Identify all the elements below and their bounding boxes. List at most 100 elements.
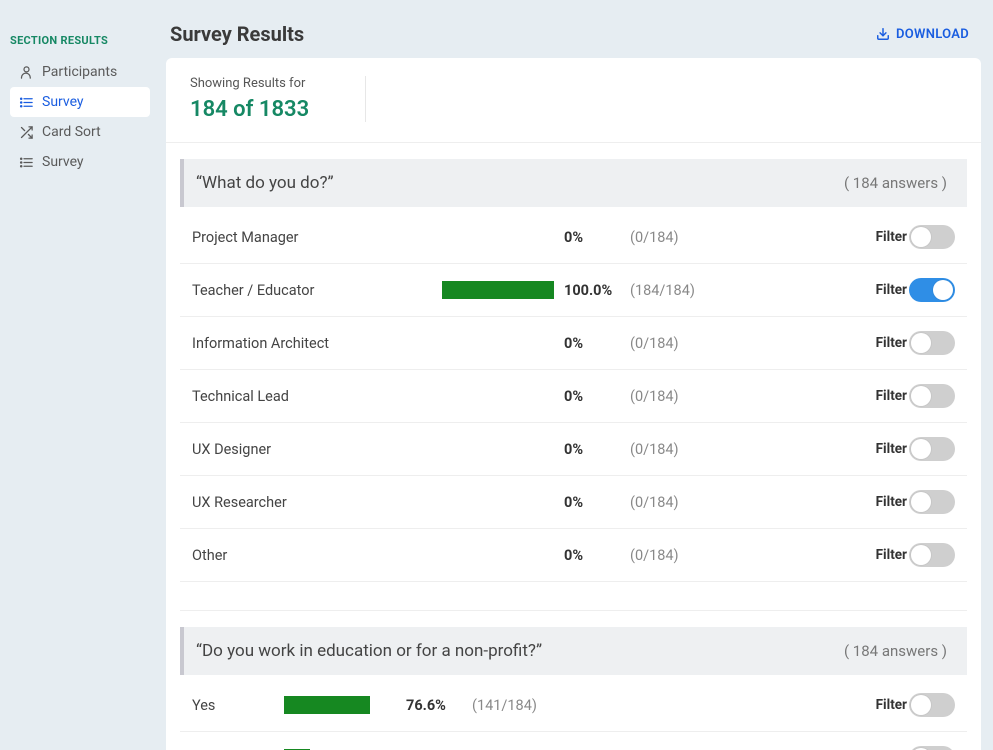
answer-label: Technical Lead [192,388,432,405]
answers-list: Yes76.6%(141/184)FilterNo23.4%(43/184)Fi… [166,679,981,750]
filter-cell: Filter [876,490,955,514]
filter-label: Filter [876,494,907,510]
answer-row: Technical Lead 0% (0/184) Filter [180,370,967,423]
filter-toggle[interactable] [909,331,955,355]
download-icon [876,27,890,41]
toggle-knob [911,695,931,715]
filter-toggle[interactable] [909,384,955,408]
sidebar-item-label: Card Sort [42,124,101,140]
answer-label: Project Manager [192,229,432,246]
question-text: “What do you do?” [196,173,334,193]
answer-bar [284,696,370,714]
answer-label: Information Architect [192,335,432,352]
answer-bar-cell [284,696,396,714]
filter-toggle[interactable] [909,543,955,567]
download-label: DOWNLOAD [896,27,969,42]
results-summary: Showing Results for 184 of 1833 [166,58,981,143]
filter-cell: Filter [876,437,955,461]
answer-label: Other [192,547,432,564]
user-icon [18,64,34,80]
sidebar-item-label: Survey [42,154,84,170]
answer-percent: 76.6% [406,697,462,714]
answer-percent: 0% [564,494,620,511]
answers-list: Project Manager 0% (0/184) Filter Teacher / … [166,211,981,582]
answer-label: Teacher / Educator [192,282,432,299]
answer-percent: 0% [564,547,620,564]
answer-bar-cell [442,228,554,246]
sidebar-item-label: Survey [42,94,84,110]
answer-ratio: (0/184) [630,335,730,352]
sidebar-item-label: Participants [42,64,117,80]
filter-label: Filter [876,388,907,404]
answer-ratio: (141/184) [472,697,572,714]
answer-bar [442,281,554,299]
toggle-knob [911,492,931,512]
question-answer-count: ( 184 answers ) [844,642,947,660]
answer-bar-cell [442,281,554,299]
answer-row: Other0%(0/184)Filter [180,529,967,582]
answer-row: Project Manager0%(0/184)Filter [180,211,967,264]
toggle-knob [911,545,931,565]
sidebar: SECTION RESULTS Participants Survey Card S… [0,0,160,750]
filter-cell: Filter [876,384,955,408]
filter-label: Filter [876,697,907,713]
sidebar-item-survey[interactable]: Survey [10,87,150,117]
filter-cell: Filter [876,225,955,249]
sidebar-item-card-sort[interactable]: Card Sort [10,117,150,147]
answer-label: Yes [192,697,274,714]
answer-ratio: (0/184) [630,441,730,458]
answer-bar-cell [442,440,554,458]
filter-toggle[interactable] [909,746,955,750]
filter-toggle[interactable] [909,490,955,514]
toggle-knob [933,280,953,300]
filter-toggle[interactable] [909,437,955,461]
filter-label: Filter [876,229,907,245]
toggle-knob [911,386,931,406]
answer-row: UX Designer0%(0/184)Filter [180,423,967,476]
filter-label: Filter [876,441,907,457]
page-title: Survey Results [170,22,304,46]
filter-cell: Filter [876,331,955,355]
answer-ratio: (0/184) [630,229,730,246]
sidebar-item-survey[interactable]: Survey [10,147,150,177]
answer-row: UX Researcher0%(0/184)Filter [180,476,967,529]
answer-percent: 0% [564,388,620,405]
sidebar-item-participants[interactable]: Participants [10,57,150,87]
answer-percent: 100.0% [564,282,620,299]
answer-ratio: (0/184) [630,547,730,564]
filter-toggle[interactable] [909,225,955,249]
questions-container: “What do you do?” ( 184 answers ) Project … [166,159,981,750]
question-text: “Do you work in education or for a non-p… [196,641,542,661]
filter-cell: Filter [876,693,955,717]
summary-count: 184 of 1833 [190,97,309,122]
answer-ratio: (0/184) [630,388,730,405]
answer-row: Yes 76.6% (141/184) Filter [180,679,967,732]
filter-cell: Filter [876,278,955,302]
toggle-knob [911,439,931,459]
answer-row: No23.4%(43/184)Filter [180,732,967,750]
filter-label: Filter [876,282,907,298]
filter-toggle[interactable] [909,693,955,717]
list-icon [18,154,34,170]
download-button[interactable]: DOWNLOAD [876,27,969,42]
sidebar-title: SECTION RESULTS [10,34,150,47]
summary-label: Showing Results for [190,76,309,91]
toggle-knob [911,227,931,247]
answer-bar-cell [442,546,554,564]
filter-toggle[interactable] [909,278,955,302]
answer-percent: 0% [564,335,620,352]
toggle-knob [911,333,931,353]
page-header: Survey Results DOWNLOAD [166,0,981,58]
filter-cell: Filter [876,746,955,750]
answer-row: Teacher / Educator100.0%(184/184)Filter [180,264,967,317]
answer-row: Information Architect 0% (0/184) Filter [180,317,967,370]
main: Survey Results DOWNLOAD Showing Results … [160,0,993,750]
answer-label: UX Designer [192,441,432,458]
sidebar-nav: Participants Survey Card Sort Survey [10,57,150,177]
question-header: “Do you work in education or for a non-p… [180,627,967,675]
shuffle-icon [18,124,34,140]
summary-block: Showing Results for 184 of 1833 [190,76,366,122]
list-icon [18,94,34,110]
answer-bar-cell [442,493,554,511]
answer-ratio: (0/184) [630,494,730,511]
